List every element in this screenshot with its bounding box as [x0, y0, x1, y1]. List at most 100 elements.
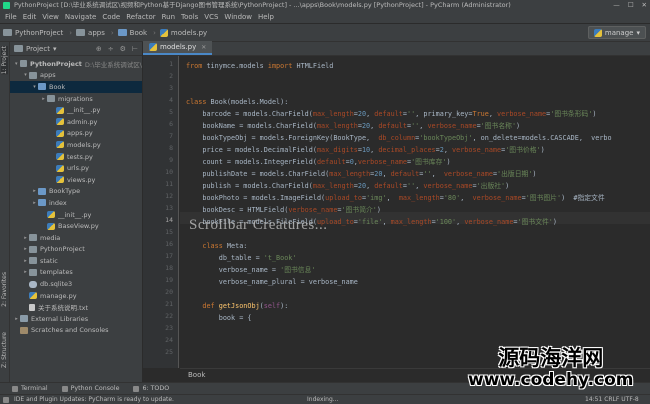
tree-item-path: D:\毕业系统调试区\	[84, 60, 142, 69]
code-token: max_length	[398, 194, 440, 202]
nav-crumb-label: apps	[88, 28, 105, 37]
chevron-right-icon[interactable]: ▸	[22, 246, 29, 252]
code-token: )	[532, 170, 537, 178]
gear-icon[interactable]: ⚙	[120, 45, 126, 53]
tree-item[interactable]: __init__.py	[10, 104, 142, 116]
tool-tab-terminal[interactable]: Terminal	[12, 385, 48, 392]
code-token: barcode = models.CharField(	[186, 110, 313, 118]
tree-item[interactable]: ▸ PythonProject	[10, 244, 142, 256]
tree-item[interactable]: manage.py	[10, 290, 142, 302]
menu-vcs[interactable]: VCS	[201, 13, 221, 21]
chevron-right-icon[interactable]: ▸	[22, 269, 29, 275]
tool-tab-favorites[interactable]: 2: Favorites	[1, 272, 8, 307]
editor-tab-bar: models.py ✕	[143, 41, 650, 56]
nav-crumb-project[interactable]: PythonProject	[3, 29, 63, 37]
code-token: Book(models.Model):	[206, 98, 289, 106]
code-token: bookName = models.CharField(	[186, 122, 317, 130]
menu-navigate[interactable]: Navigate	[62, 13, 99, 21]
tree-item[interactable]: ▸ migrations	[10, 93, 142, 105]
tree-item[interactable]: BaseView.py	[10, 220, 142, 232]
code-token: verbose_name	[443, 170, 493, 178]
project-view-selector[interactable]: Project	[26, 45, 50, 53]
chevron-right-icon[interactable]: ▸	[31, 200, 38, 206]
tool-tab-project[interactable]: 1: Project	[1, 46, 8, 75]
tree-item[interactable]: db.sqlite3	[10, 278, 142, 290]
menu-code[interactable]: Code	[99, 13, 123, 21]
tree-item[interactable]: __init__.py	[10, 209, 142, 221]
menu-tools[interactable]: Tools	[178, 13, 201, 21]
tool-tab-structure[interactable]: Z: Structure	[1, 332, 8, 368]
chevron-down-icon[interactable]: ▾	[13, 61, 20, 67]
tool-tab-label: Terminal	[21, 385, 48, 392]
tool-tab-label: Python Console	[70, 385, 120, 392]
minimize-button[interactable]: —	[613, 0, 620, 11]
menu-window[interactable]: Window	[221, 13, 255, 21]
chevron-right-icon[interactable]: ▸	[13, 316, 20, 322]
tree-item[interactable]: ▾ apps	[10, 70, 142, 82]
tree-item[interactable]: urls.py	[10, 162, 142, 174]
chevron-down-icon[interactable]: ▾	[31, 84, 38, 90]
line-number: 11	[165, 180, 173, 188]
close-button[interactable]: ✕	[642, 0, 647, 11]
tool-tab-todo[interactable]: 6: TODO	[133, 385, 169, 392]
locate-icon[interactable]: ⊕	[96, 45, 102, 53]
code-token: default	[390, 170, 420, 178]
chevron-right-icon[interactable]: ▸	[31, 188, 38, 194]
code-token: bookDesc = HTMLField(	[186, 206, 289, 214]
tree-item[interactable]: tests.py	[10, 151, 142, 163]
code-token: decimal_places	[378, 146, 436, 154]
tree-item[interactable]: ▸ static	[10, 255, 142, 267]
status-icon[interactable]	[3, 397, 9, 403]
line-number: 20	[165, 288, 173, 296]
tree-item[interactable]: ▸ index	[10, 197, 142, 209]
collapse-icon[interactable]: ÷	[108, 45, 114, 53]
tool-tab-python-console[interactable]: Python Console	[61, 385, 120, 392]
code-token: 20	[361, 122, 371, 130]
tree-item[interactable]: apps.py	[10, 128, 142, 140]
tree-item[interactable]: models.py	[10, 139, 142, 151]
terminal-icon	[12, 385, 18, 392]
menu-file[interactable]: File	[2, 13, 20, 21]
run-configuration-dropdown[interactable]: manage ▾	[587, 26, 646, 39]
nav-crumb-apps[interactable]: apps	[76, 29, 105, 37]
tree-item[interactable]: ▾ Book	[10, 81, 142, 93]
tree-item[interactable]: ▸ External Libraries	[10, 313, 142, 325]
code-editor[interactable]: from tinymce.models import HTMLField clas…	[180, 56, 650, 368]
code-token: count = models.IntegerField(	[186, 158, 317, 166]
code-token: def	[202, 302, 215, 310]
menu-refactor[interactable]: Refactor	[123, 13, 158, 21]
nav-crumb-book[interactable]: Book	[117, 29, 147, 37]
tree-item[interactable]: Scratches and Consoles	[10, 325, 142, 337]
tree-item[interactable]: views.py	[10, 174, 142, 186]
code-token: default	[374, 182, 403, 190]
close-icon[interactable]: ✕	[201, 44, 206, 51]
code-line: verbose_name = '图书信息'	[186, 264, 316, 276]
code-line: book = {	[186, 312, 252, 324]
chevron-down-icon[interactable]: ▾	[22, 72, 29, 78]
tree-item[interactable]: ▸ media	[10, 232, 142, 244]
tree-item[interactable]: ▾ PythonProject D:\毕业系统调试区\	[10, 58, 142, 70]
editor-tab-models[interactable]: models.py ✕	[143, 41, 213, 55]
tool-tab-label: 6: TODO	[142, 385, 170, 392]
menu-run[interactable]: Run	[159, 13, 178, 21]
status-message[interactable]: IDE and Plugin Updates: PyCharm is ready…	[14, 396, 174, 403]
tree-item[interactable]: ▸ BookType	[10, 186, 142, 198]
nav-crumb-models[interactable]: models.py	[159, 28, 207, 37]
maximize-button[interactable]: ☐	[628, 0, 634, 11]
hide-icon[interactable]: ⊢	[132, 45, 138, 53]
code-token: publishDate = models.CharField(	[186, 170, 330, 178]
tree-item[interactable]: admin.py	[10, 116, 142, 128]
menu-help[interactable]: Help	[255, 13, 277, 21]
code-token: )	[540, 146, 545, 154]
tree-item[interactable]: 关于系统说明.txt	[10, 301, 142, 313]
chevron-right-icon[interactable]: ▸	[22, 235, 29, 241]
code-token: , primary_key=	[415, 110, 473, 118]
code-token: default	[378, 122, 407, 130]
menu-view[interactable]: View	[39, 13, 62, 21]
menu-edit[interactable]: Edit	[20, 13, 40, 21]
indexing-status[interactable]: Indexing...	[307, 395, 339, 404]
line-number: 12	[165, 192, 173, 200]
chevron-right-icon[interactable]: ▸	[40, 96, 47, 102]
chevron-right-icon[interactable]: ▸	[22, 258, 29, 264]
tree-item[interactable]: ▸ templates	[10, 267, 142, 279]
